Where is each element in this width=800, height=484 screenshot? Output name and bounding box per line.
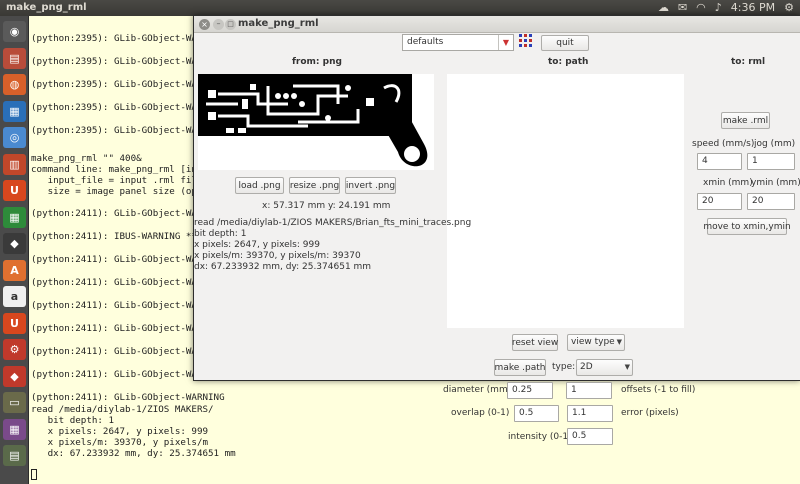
png-preview[interactable] (198, 74, 434, 170)
settings-icon[interactable]: ⚙ (3, 339, 26, 360)
terminal-line: make_png_rml "" 400& (31, 153, 142, 164)
terminal-line: size = image panel size (opt (31, 186, 203, 197)
xmin-field[interactable]: 20 (697, 193, 742, 210)
firefox-icon[interactable]: ◍ (3, 74, 26, 95)
info-bit-depth: bit depth: 1 (194, 229, 247, 239)
ymin-field[interactable]: 20 (747, 193, 795, 210)
info-pixels: x pixels: 2647, y pixels: 999 (194, 240, 320, 250)
invert-png-button[interactable]: invert .png (345, 177, 396, 194)
xy-readout: x: 57.317 mm y: 24.191 mm (262, 201, 391, 211)
diameter-label: diameter (mm) (443, 385, 512, 395)
chevron-down-icon: ▼ (624, 363, 630, 371)
ubuntu-software-icon[interactable]: U (3, 312, 26, 334)
app-title: make_png_rml (238, 18, 319, 29)
make-rml-button[interactable]: make .rml (721, 112, 770, 129)
software-center-icon[interactable]: A (3, 259, 26, 281)
chevron-down-icon[interactable]: ▼ (498, 35, 513, 50)
terminal-line: input_file = input .rml file (31, 175, 203, 186)
trash-icon[interactable]: ▤ (3, 445, 26, 466)
move-to-xmin-ymin-button[interactable]: move to xmin,ymin (703, 218, 791, 235)
speed-label: speed (mm/s) (692, 139, 755, 149)
speed-field[interactable]: 4 (697, 153, 742, 170)
view-type-select[interactable]: view type ▼ (567, 334, 625, 351)
terminal-line: command line: make_png_rml [input (31, 164, 214, 175)
launcher: ◉ ▤ ◍ ▦ ◎ ▥ U ▦ ◆ Aa U ⚙ ◆ ▭ ▦ ▤ (0, 16, 29, 484)
chevron-down-icon: ▼ (616, 338, 622, 346)
info-read: read /media/diylab-1/ZIOS MAKERS/Brian_f… (194, 218, 472, 228)
writer-icon[interactable]: ▦ (3, 100, 26, 122)
inkscape-icon[interactable]: ◆ (3, 233, 26, 254)
volume-icon[interactable]: ♪ (715, 1, 722, 15)
minimize-icon[interactable]: – (213, 19, 224, 30)
terminal-icon[interactable]: ▭ (3, 392, 26, 413)
terminal-line: read /media/diylab-1/ZIOS MAKERS/ (31, 404, 214, 415)
cloud-icon[interactable]: ☁ (658, 1, 669, 15)
top-panel: make_png_rml ☁ ✉ ◠ ♪ 4:36 PM ⚙ (0, 0, 800, 16)
error-field[interactable]: 1.1 (567, 405, 613, 422)
jog-label: jog (mm) (754, 139, 796, 149)
dash-icon[interactable]: ◉ (3, 21, 26, 42)
resize-png-button[interactable]: resize .png (289, 177, 340, 194)
terminal-line: x pixels: 2647, y pixels: 999 (31, 426, 209, 437)
info-pixels-per-m: x pixels/m: 39370, y pixels/m: 39370 (194, 251, 361, 261)
terminal-line: (python:2411): IBUS-WARNING **: U (31, 231, 214, 242)
to-rml-header: to: rml (731, 57, 766, 67)
overlap-field[interactable]: 0.5 (514, 405, 559, 422)
mail-icon[interactable]: ✉ (678, 1, 687, 15)
clock[interactable]: 4:36 PM (731, 1, 775, 15)
terminal-line: dx: 67.233932 mm, dy: 25.374651 mm (31, 448, 236, 459)
intensity-field[interactable]: 0.5 (567, 428, 613, 445)
wifi-icon[interactable]: ◠ (696, 1, 706, 15)
overlap-label: overlap (0-1) (451, 408, 510, 418)
ruby-icon[interactable]: ◆ (3, 365, 26, 387)
error-label: error (pixels) (621, 408, 679, 418)
terminal-line: (python:2411): GLib-GObject-WARNING (31, 392, 225, 403)
app-titlebar[interactable]: × – □ make_png_rml (194, 16, 800, 33)
type-label: type: (552, 362, 576, 372)
close-icon[interactable]: × (199, 19, 210, 30)
reset-view-button[interactable]: reset view (512, 334, 558, 351)
terminal-cursor (31, 469, 37, 480)
terminal-line: bit depth: 1 (31, 415, 114, 426)
load-png-button[interactable]: load .png (235, 177, 284, 194)
maximize-icon[interactable]: □ (225, 19, 236, 30)
png-image (198, 74, 428, 167)
amazon-icon[interactable]: a (3, 286, 26, 307)
ymin-label: ymin (mm) (751, 178, 800, 188)
calc-icon[interactable]: ▦ (3, 206, 26, 228)
offsets-label: offsets (-1 to fill) (621, 385, 696, 395)
path-type-select[interactable]: 2D ▼ (576, 359, 633, 376)
chromium-icon[interactable]: ◎ (3, 127, 26, 148)
quit-button[interactable]: quit (541, 35, 589, 51)
intensity-label: intensity (0-1) (508, 432, 572, 442)
workspace-icon[interactable]: ▦ (3, 418, 26, 440)
gear-icon[interactable]: ⚙ (784, 1, 794, 15)
defaults-select[interactable]: defaults ▼ (402, 34, 514, 51)
impress-icon[interactable]: ▥ (3, 153, 26, 175)
make-path-button[interactable]: make .path (494, 359, 546, 376)
jog-field[interactable]: 1 (747, 153, 795, 170)
files-icon[interactable]: ▤ (3, 47, 26, 69)
view-type-value: view type (571, 337, 615, 347)
from-png-header: from: png (292, 57, 342, 67)
ubuntu-one-icon[interactable]: U (3, 180, 26, 201)
diameter-field[interactable]: 0.25 (507, 382, 553, 399)
path-type-value: 2D (580, 362, 593, 372)
to-path-header: to: path (548, 57, 589, 67)
defaults-value: defaults (407, 37, 444, 47)
active-window-title: make_png_rml (6, 2, 87, 13)
info-dxdy: dx: 67.233932 mm, dy: 25.374651 mm (194, 262, 372, 272)
path-preview[interactable] (447, 74, 684, 328)
grid-icon[interactable] (519, 34, 533, 48)
app-window: × – □ make_png_rml defaults ▼ quit from:… (193, 15, 800, 381)
offsets-field[interactable]: 1 (566, 382, 612, 399)
indicator-area: ☁ ✉ ◠ ♪ 4:36 PM ⚙ (658, 1, 794, 15)
terminal-line: x pixels/m: 39370, y pixels/m (31, 437, 209, 448)
xmin-label: xmin (mm) (703, 178, 753, 188)
